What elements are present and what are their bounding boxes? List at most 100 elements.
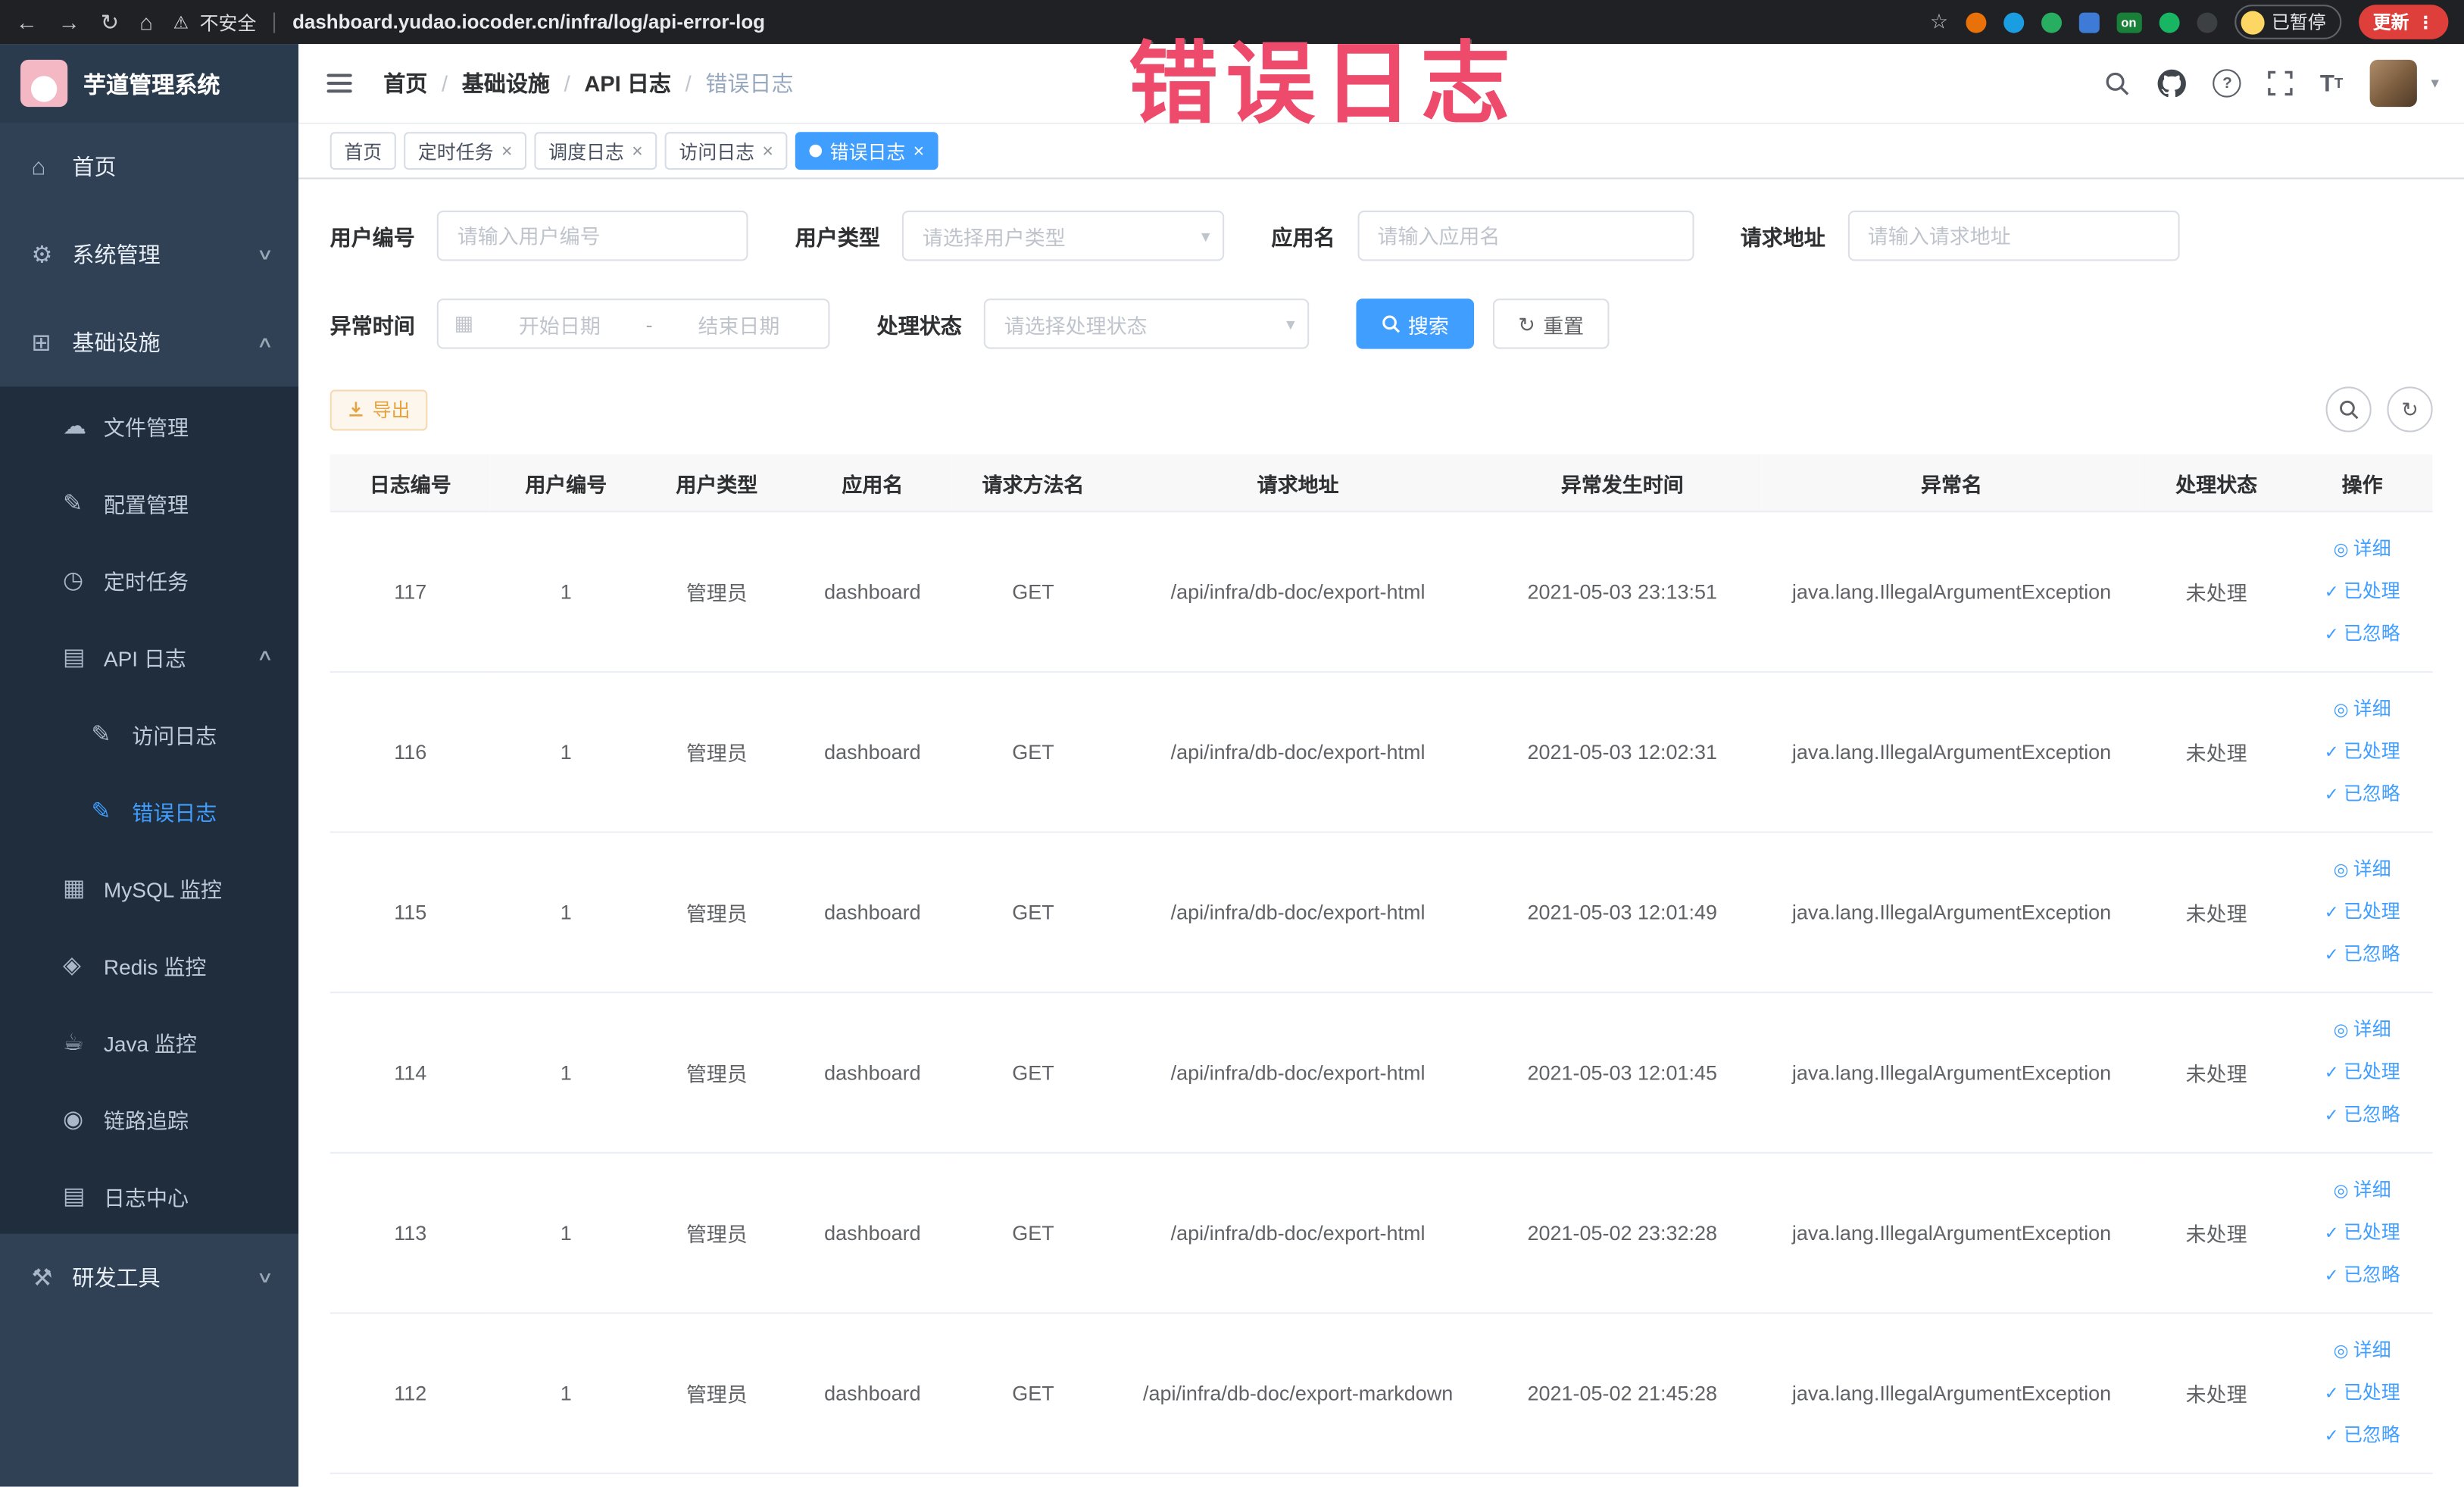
extension-icon-blue[interactable] <box>2003 11 2024 33</box>
row-action-detail[interactable]: ◎ 详细 <box>2298 1170 2426 1212</box>
extension-icon-orange[interactable] <box>1965 11 1986 33</box>
home-icon[interactable]: ⌂ <box>139 11 153 33</box>
extension-icon-on-badge[interactable]: on <box>2116 11 2141 33</box>
row-action-label: 已处理 <box>2343 900 2400 923</box>
tag-dispatch-log[interactable]: 调度日志 × <box>534 132 657 170</box>
sidebar-item-label: 链路追踪 <box>103 1108 189 1132</box>
sidebar-item-error-log[interactable]: ✎ 错误日志 <box>0 771 299 849</box>
reload-icon[interactable]: ↻ <box>101 11 119 33</box>
row-action-label: 详细 <box>2353 1339 2391 1361</box>
row-action-processed[interactable]: ✓ 已处理 <box>2298 891 2426 933</box>
close-icon[interactable]: × <box>632 142 643 161</box>
close-icon[interactable]: × <box>913 142 925 161</box>
sidebar-item-mysql-monitor[interactable]: ▦ MySQL 监控 <box>0 848 299 926</box>
app-name-input[interactable] <box>1357 211 1694 261</box>
sidebar-item-file-management[interactable]: ☁ 文件管理 <box>0 386 299 464</box>
sidebar-item-redis-monitor[interactable]: ◈ Redis 监控 <box>0 925 299 1003</box>
row-action-detail[interactable]: ◎ 详细 <box>2298 689 2426 731</box>
font-size-icon[interactable]: TT <box>2320 71 2343 95</box>
row-action-ignored[interactable]: ✓ 已忽略 <box>2298 1254 2426 1297</box>
table-cell: dashboard <box>792 1313 953 1475</box>
user-id-input[interactable] <box>436 211 748 261</box>
row-action-processed[interactable]: ✓ 已处理 <box>2298 570 2426 613</box>
row-action-processed[interactable]: ✓ 已处理 <box>2298 1212 2426 1254</box>
sidebar-item-scheduled-tasks[interactable]: ◷ 定时任务 <box>0 540 299 618</box>
extension-icon-green[interactable] <box>2041 11 2062 33</box>
tag-access-log[interactable]: 访问日志 × <box>664 132 788 170</box>
column-header: 处理状态 <box>2141 454 2292 513</box>
sidebar-item-config-management[interactable]: ✎ 配置管理 <box>0 464 299 541</box>
sidebar-item-link-trace[interactable]: ◉ 链路追踪 <box>0 1079 299 1157</box>
row-action-detail[interactable]: ◎ 详细 <box>2298 848 2426 891</box>
sidebar-item-infrastructure[interactable]: ⊞ 基础设施 ∧ <box>0 298 298 386</box>
user-type-select[interactable]: 请选择用户类型 ▾ <box>901 211 1225 261</box>
row-action-detail[interactable]: ◎ 详细 <box>2298 528 2426 570</box>
row-action-ignored[interactable]: ✓ 已忽略 <box>2298 613 2426 655</box>
table-row: 117 1 管理员 dashboard GET/api/infra/db-doc/exp… <box>329 511 2433 673</box>
breadcrumb-item[interactable]: 首页 <box>383 67 427 98</box>
table-cell: 管理员 <box>641 832 792 994</box>
row-action-ignored[interactable]: ✓ 已忽略 <box>2298 1414 2426 1457</box>
eye-icon: ◉ <box>62 1105 84 1132</box>
help-icon[interactable]: ? <box>2213 69 2242 98</box>
close-icon[interactable]: × <box>501 142 513 161</box>
user-avatar[interactable] <box>2369 59 2417 108</box>
extension-icon-leaf[interactable] <box>2158 11 2179 33</box>
row-action-detail[interactable]: ◎ 详细 <box>2298 1329 2426 1372</box>
logo[interactable]: 芋道管理系统 <box>0 44 299 123</box>
request-url-input[interactable] <box>1847 211 2179 261</box>
column-header: 用户编号 <box>490 454 642 513</box>
row-action-detail[interactable]: ◎ 详细 <box>2298 1009 2426 1051</box>
back-icon[interactable]: ← <box>16 11 38 33</box>
breadcrumb-item[interactable]: API 日志 <box>584 67 671 98</box>
exception-time-range[interactable]: ▦ 开始日期 - 结束日期 <box>436 298 830 349</box>
sidebar-item-dev-tools[interactable]: ⚒ 研发工具 ∨ <box>0 1234 298 1322</box>
reset-button[interactable]: ↻ 重置 <box>1492 298 1610 349</box>
refresh-table-button[interactable]: ↻ <box>2387 386 2433 433</box>
search-icon[interactable] <box>2105 70 2131 96</box>
row-action-processed[interactable]: ✓ 已处理 <box>2298 731 2426 773</box>
table-cell: java.lang.IllegalArgumentException <box>1762 511 2141 673</box>
profile-avatar-icon <box>2240 10 2264 34</box>
search-button[interactable]: 搜索 <box>1356 298 1475 349</box>
url-text[interactable]: dashboard.yudao.iocoder.cn/infra/log/api… <box>292 11 765 33</box>
tag-home[interactable]: 首页 <box>329 132 396 170</box>
tag-scheduled-tasks[interactable]: 定时任务 × <box>404 132 527 170</box>
sidebar-item-access-log[interactable]: ✎ 访问日志 <box>0 695 299 772</box>
sidebar-item-java-monitor[interactable]: ☕ Java 监控 <box>0 1002 299 1080</box>
sidebar-menu: ⌂ 首页 ⚙ 系统管理 ∨ ⊞ 基础设施 ∧ ☁ 文件管理 ✎ 配置管理 ◷ 定时任务 ▤ API 日志 ∧ ✎ 访… <box>0 123 299 1487</box>
github-icon[interactable] <box>2158 69 2187 98</box>
row-action-ignored[interactable]: ✓ 已忽略 <box>2298 933 2426 976</box>
refresh-icon: ↻ <box>1518 311 1535 336</box>
row-action-processed[interactable]: ✓ 已处理 <box>2298 1051 2426 1094</box>
sidebar-item-log-center[interactable]: ▤ 日志中心 <box>0 1156 299 1234</box>
export-button[interactable]: 导出 <box>329 389 428 430</box>
sidebar-item-home[interactable]: ⌂ 首页 <box>0 123 298 211</box>
table-cell: 未处理 <box>2141 671 2292 833</box>
sidebar-item-system-management[interactable]: ⚙ 系统管理 ∨ <box>0 211 298 298</box>
row-action-ignored[interactable]: ✓ 已忽略 <box>2298 1094 2426 1136</box>
address-bar[interactable]: ⚠ 不安全 dashboard.yudao.iocoder.cn/infra/l… <box>173 8 765 35</box>
fullscreen-icon[interactable] <box>2268 70 2294 96</box>
table-cell: java.lang.IllegalArgumentException <box>1762 1152 2141 1314</box>
tag-error-log[interactable]: 错误日志 × <box>795 132 938 170</box>
sidebar-item-api-logs[interactable]: ▤ API 日志 ∧ <box>0 617 299 695</box>
row-action-label: 已处理 <box>2343 1061 2400 1083</box>
extension-icon-paw[interactable] <box>2196 11 2217 33</box>
toggle-search-button[interactable] <box>2325 386 2372 433</box>
bookmark-star-icon[interactable]: ☆ <box>1930 9 1948 34</box>
process-status-select[interactable]: 请选择处理状态 ▾ <box>983 298 1310 349</box>
row-action-processed[interactable]: ✓ 已处理 <box>2298 1372 2426 1414</box>
close-icon[interactable]: × <box>762 142 773 161</box>
hamburger-icon[interactable] <box>323 67 354 98</box>
update-button[interactable]: 更新 ⋮ <box>2359 5 2449 39</box>
table-cell: 未处理 <box>2141 992 2292 1154</box>
breadcrumb-item[interactable]: 基础设施 <box>462 67 550 98</box>
row-action-ignored[interactable]: ✓ 已忽略 <box>2298 773 2426 816</box>
profile-chip[interactable]: 已暂停 <box>2234 5 2342 39</box>
extension-icon-grid[interactable] <box>2078 11 2100 33</box>
table-cell: 2021-05-02 21:45:28 <box>1482 1313 1763 1475</box>
forward-icon[interactable]: → <box>58 11 80 33</box>
chevron-down-icon[interactable]: ▾ <box>2431 75 2438 92</box>
user-type-label: 用户类型 <box>795 226 880 250</box>
